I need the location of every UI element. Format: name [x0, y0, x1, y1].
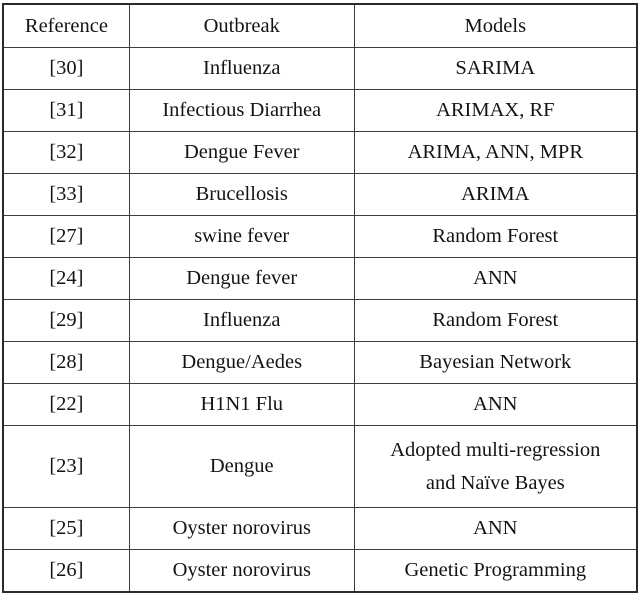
table-cell-models: Random Forest [353, 215, 638, 258]
table-cell-reference: [31] [2, 89, 130, 132]
table-row: [23] Dengue Adopted multi-regression and Na… [2, 425, 638, 508]
table-cell-outbreak: Dengue fever [128, 257, 355, 300]
table-cell-models: ANN [353, 257, 638, 300]
table-row: [24] Dengue fever ANN [2, 257, 638, 300]
table-cell-outbreak: Influenza [128, 299, 355, 342]
table-header-row: Reference Outbreak Models [2, 3, 638, 48]
column-header-models: Models [353, 3, 638, 48]
table-cell-models: ANN [353, 383, 638, 426]
table-cell-models: ANN [353, 507, 638, 550]
table-row: [25] Oyster norovirus ANN [2, 507, 638, 550]
table-row: [27] swine fever Random Forest [2, 215, 638, 258]
table-cell-reference: [32] [2, 131, 130, 174]
table-cell-outbreak: H1N1 Flu [128, 383, 355, 426]
table-cell-models: Random Forest [353, 299, 638, 342]
table-cell-reference: [26] [2, 549, 130, 593]
table-row: [33] Brucellosis ARIMA [2, 173, 638, 216]
table-cell-outbreak: Dengue Fever [128, 131, 355, 174]
table-row: [32] Dengue Fever ARIMA, ANN, MPR [2, 131, 638, 174]
table-cell-models: ARIMAX, RF [353, 89, 638, 132]
table-cell-models: Bayesian Network [353, 341, 638, 384]
table-cell-outbreak: swine fever [128, 215, 355, 258]
table-cell-outbreak: Oyster norovirus [128, 507, 355, 550]
table-cell-models: ARIMA [353, 173, 638, 216]
table-cell-outbreak: Dengue/Aedes [128, 341, 355, 384]
table-cell-reference: [33] [2, 173, 130, 216]
table-cell-models: Genetic Programming [353, 549, 638, 593]
table-cell-reference: [30] [2, 47, 130, 90]
table-cell-models: Adopted multi-regression and Naïve Bayes [353, 425, 638, 508]
table-cell-reference: [22] [2, 383, 130, 426]
table-header: Reference Outbreak Models [2, 3, 638, 48]
table-cell-outbreak: Brucellosis [128, 173, 355, 216]
table-cell-outbreak: Oyster norovirus [128, 549, 355, 593]
table-row: [30] Influenza SARIMA [2, 47, 638, 90]
table-row: [31] Infectious Diarrhea ARIMAX, RF [2, 89, 638, 132]
column-header-outbreak: Outbreak [128, 3, 355, 48]
table-row: [22] H1N1 Flu ANN [2, 383, 638, 426]
table-cell-outbreak: Dengue [128, 425, 355, 508]
table-row: [26] Oyster norovirus Genetic Programming [2, 549, 638, 593]
table-cell-reference: [27] [2, 215, 130, 258]
table-cell-models: SARIMA [353, 47, 638, 90]
table-cell-line: Adopted multi-regression [390, 438, 601, 461]
table-cell-reference: [25] [2, 507, 130, 550]
column-header-reference: Reference [2, 3, 130, 48]
table-cell-models: ARIMA, ANN, MPR [353, 131, 638, 174]
table-cell-reference: [23] [2, 425, 130, 508]
table-cell-outbreak: Influenza [128, 47, 355, 90]
table-body: [30] Influenza SARIMA [31] Infectious Diarrh… [2, 47, 638, 593]
literature-review-table: Reference Outbreak Models [30] Influenza S… [2, 3, 638, 593]
table-cell-line: and Naïve Bayes [425, 472, 565, 494]
table-cell-reference: [24] [2, 257, 130, 300]
table-row: [28] Dengue/Aedes Bayesian Network [2, 341, 638, 384]
literature-table-container: Reference Outbreak Models [30] Influenza S… [0, 0, 640, 605]
table-cell-reference: [29] [2, 299, 130, 342]
table-cell-reference: [28] [2, 341, 130, 384]
table-cell-outbreak: Infectious Diarrhea [128, 89, 355, 132]
table-row: [29] Influenza Random Forest [2, 299, 638, 342]
